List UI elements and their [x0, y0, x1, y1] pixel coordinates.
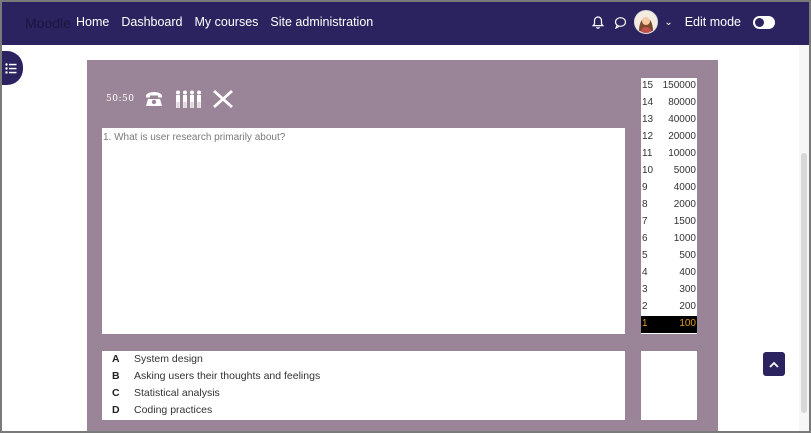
edit-mode-label: Edit mode [684, 15, 741, 29]
ladder-rung-current: 1 100 [641, 316, 697, 333]
answer-letter: D [112, 404, 120, 416]
rung-amount: 500 [679, 250, 696, 261]
question-box: 1. What is user research primarily about… [102, 128, 625, 334]
rung-amount: 20000 [668, 131, 696, 142]
ladder-rung: 8 2000 [641, 197, 697, 214]
answer-letter: B [112, 370, 120, 382]
rung-level: 13 [642, 114, 654, 125]
audience-icon[interactable] [174, 90, 202, 108]
ladder-rung: 14 80000 [641, 95, 697, 112]
rung-level: 10 [642, 165, 654, 176]
rung-amount: 1000 [673, 233, 696, 244]
avatar[interactable] [634, 10, 659, 34]
answer-option-a[interactable]: A System design [112, 353, 203, 365]
ladder-rung: 15 150000 [641, 78, 697, 95]
answer-option-b[interactable]: B Asking users their thoughts and feelin… [112, 370, 320, 382]
scrollbar-thumb[interactable] [801, 153, 807, 413]
back-to-top-button[interactable] [763, 352, 785, 376]
rung-level: 8 [642, 199, 648, 210]
rung-level: 4 [642, 267, 648, 278]
chat-icon[interactable] [612, 14, 628, 30]
primary-navigation: Home Dashboard My courses Site administr… [76, 15, 373, 29]
rung-level: 9 [642, 182, 648, 193]
ladder-rung: 12 20000 [641, 129, 697, 146]
answer-option-c[interactable]: C Statistical analysis [112, 387, 220, 399]
rung-amount: 2000 [673, 199, 696, 210]
ladder-rung: 9 4000 [641, 180, 697, 197]
edit-mode-toggle[interactable] [753, 15, 775, 29]
user-controls: ⌄ Edit mode [590, 10, 775, 34]
rung-amount: 4000 [673, 182, 696, 193]
answer-text: System design [134, 353, 203, 365]
answer-option-d[interactable]: D Coding practices [112, 404, 212, 416]
answer-letter: A [112, 353, 120, 365]
answer-text: Coding practices [134, 404, 213, 416]
rung-level: 15 [642, 80, 654, 91]
question-text: 1. What is user research primarily about… [103, 132, 286, 143]
ladder-rung: 7 1500 [641, 214, 697, 231]
rung-level: 14 [642, 97, 654, 108]
rung-amount: 100 [679, 318, 696, 329]
ladder-rung: 11 10000 [641, 146, 697, 163]
rung-level: 6 [642, 233, 648, 244]
nav-site-administration[interactable]: Site administration [270, 15, 373, 29]
phone-icon[interactable] [144, 91, 164, 107]
answer-letter: C [112, 387, 120, 399]
page-scrollbar[interactable] [799, 45, 809, 431]
ladder-rung: 13 40000 [641, 112, 697, 129]
rung-level: 12 [642, 131, 654, 142]
ladder-rung: 3 300 [641, 282, 697, 299]
rung-level: 2 [642, 301, 648, 312]
rung-amount: 40000 [668, 114, 696, 125]
rung-amount: 80000 [668, 97, 696, 108]
ladder-rung: 2 200 [641, 299, 697, 316]
nav-home[interactable]: Home [76, 15, 109, 29]
rung-amount: 150000 [662, 80, 696, 91]
rung-amount: 400 [679, 267, 696, 278]
money-ladder: 15 150000 14 80000 13 40000 12 20000 11 10000… [641, 78, 697, 334]
nav-dashboard[interactable]: Dashboard [121, 15, 182, 29]
rung-level: 3 [642, 284, 648, 295]
rung-level: 11 [642, 148, 653, 159]
rung-amount: 1500 [673, 216, 696, 227]
answers-box: A System design B Asking users their tho… [102, 351, 625, 420]
answer-text: Statistical analysis [134, 387, 220, 399]
rung-level: 1 [642, 318, 648, 329]
site-brand[interactable]: Moodle [25, 15, 71, 31]
bell-icon[interactable] [590, 14, 606, 30]
course-index-drawer-button[interactable] [0, 51, 23, 85]
fifty-fifty-lifeline[interactable]: 50:50 [106, 94, 134, 104]
rung-level: 5 [642, 250, 648, 261]
lifelines-bar: 50:50 [106, 90, 234, 108]
close-icon[interactable] [212, 90, 234, 108]
ladder-rung: 10 5000 [641, 163, 697, 180]
list-icon [4, 62, 16, 74]
rung-amount: 300 [679, 284, 696, 295]
rung-level: 7 [642, 216, 648, 227]
side-info-box [641, 351, 697, 420]
ladder-rung: 6 1000 [641, 231, 697, 248]
nav-my-courses[interactable]: My courses [195, 15, 259, 29]
ladder-rung: 4 400 [641, 265, 697, 282]
chevron-down-icon[interactable]: ⌄ [664, 17, 672, 28]
ladder-rung: 5 500 [641, 248, 697, 265]
rung-amount: 5000 [673, 165, 696, 176]
answer-text: Asking users their thoughts and feelings [134, 370, 321, 382]
top-navbar: Moodle Home Dashboard My courses Site ad… [0, 0, 811, 45]
rung-amount: 10000 [668, 148, 696, 159]
rung-amount: 200 [679, 301, 696, 312]
chevron-up-icon [769, 361, 779, 368]
